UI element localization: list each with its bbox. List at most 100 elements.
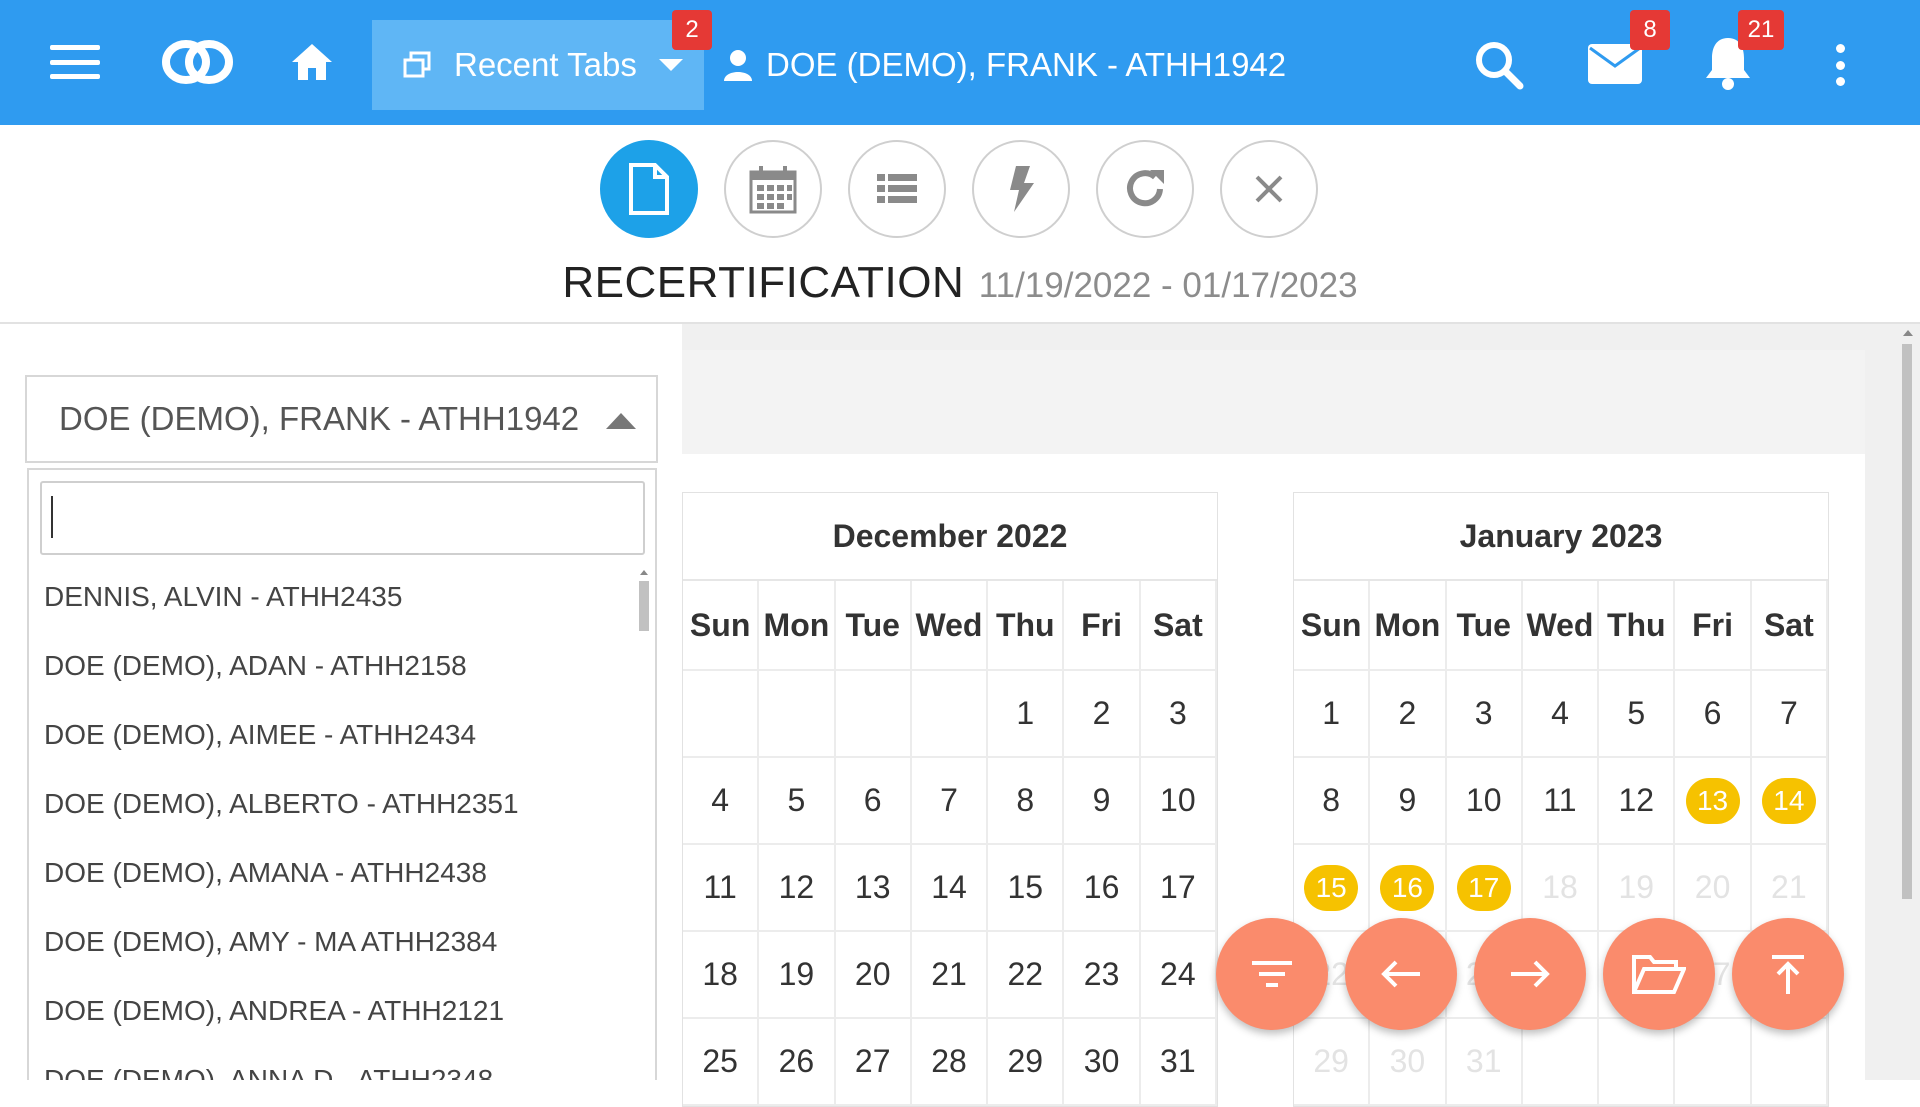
visit-day-marker[interactable]: 13 — [1685, 777, 1740, 824]
patient-option[interactable]: DOE (DEMO), AMANA - ATHH2438 — [29, 838, 639, 907]
day-cell[interactable]: 13 — [835, 845, 912, 932]
patient-search-input[interactable] — [40, 481, 645, 555]
empty-day-cell — [1599, 1019, 1676, 1106]
day-cell[interactable]: 1 — [988, 671, 1065, 758]
day-cell[interactable]: 9 — [1064, 758, 1141, 845]
dropdown-scrollbar[interactable] — [639, 570, 649, 1080]
day-cell[interactable]: 7 — [911, 758, 989, 845]
day-cell[interactable]: 11 — [1522, 758, 1600, 845]
mail-icon[interactable] — [1588, 44, 1642, 84]
patient-option[interactable]: DOE (DEMO), ANDREA - ATHH2121 — [29, 976, 639, 1045]
quick-actions-button[interactable] — [972, 140, 1070, 238]
day-cell[interactable]: 31 — [1446, 1019, 1523, 1106]
visit-day-marker[interactable]: 15 — [1304, 864, 1359, 911]
day-cell[interactable]: 15 — [1294, 845, 1371, 932]
day-cell[interactable]: 5 — [759, 758, 836, 845]
day-cell[interactable]: 2 — [1064, 671, 1141, 758]
day-cell[interactable]: 12 — [1599, 758, 1676, 845]
day-cell[interactable]: 3 — [1446, 671, 1523, 758]
day-cell[interactable]: 7 — [1751, 671, 1828, 758]
day-cell[interactable]: 10 — [1446, 758, 1523, 845]
day-cell[interactable]: 29 — [1294, 1019, 1371, 1106]
caret-up-icon[interactable] — [606, 413, 636, 429]
day-cell[interactable]: 13 — [1675, 758, 1752, 845]
patient-option[interactable]: DOE (DEMO), ALBERTO - ATHH2351 — [29, 769, 639, 838]
logo-icon[interactable] — [160, 34, 235, 90]
day-cell[interactable]: 9 — [1370, 758, 1447, 845]
previous-button[interactable] — [1345, 918, 1457, 1030]
hamburger-icon[interactable] — [50, 45, 100, 79]
day-cell[interactable]: 1 — [1294, 671, 1371, 758]
day-cell[interactable]: 28 — [911, 1019, 989, 1106]
day-cell[interactable]: 12 — [759, 845, 836, 932]
visit-day-marker[interactable]: 16 — [1380, 864, 1435, 911]
day-cell[interactable]: 2 — [1370, 671, 1447, 758]
notifications-badge: 21 — [1738, 10, 1784, 50]
day-cell[interactable]: 27 — [835, 1019, 912, 1106]
day-cell[interactable]: 25 — [683, 1019, 760, 1106]
day-cell[interactable]: 19 — [759, 932, 836, 1019]
scroll-up-icon[interactable] — [1903, 330, 1913, 336]
day-cell[interactable]: 18 — [683, 932, 760, 1019]
day-cell[interactable]: 17 — [1140, 845, 1217, 932]
document-button[interactable] — [600, 140, 698, 238]
day-cell[interactable]: 6 — [835, 758, 912, 845]
current-patient[interactable]: DOE (DEMO), FRANK - ATHH1942 — [724, 46, 1286, 84]
day-cell[interactable]: 16 — [1064, 845, 1141, 932]
recent-tabs-button[interactable]: Recent Tabs — [372, 20, 704, 110]
open-folder-button[interactable] — [1603, 918, 1715, 1030]
day-cell[interactable]: 5 — [1599, 671, 1676, 758]
scroll-up-icon[interactable] — [640, 570, 648, 575]
day-cell[interactable]: 21 — [911, 932, 989, 1019]
day-cell[interactable]: 4 — [683, 758, 760, 845]
day-cell[interactable]: 15 — [988, 845, 1065, 932]
visit-day-marker[interactable]: 17 — [1456, 864, 1511, 911]
patient-select[interactable]: DOE (DEMO), FRANK - ATHH1942 — [25, 375, 658, 463]
close-button[interactable] — [1220, 140, 1318, 238]
day-cell[interactable]: 23 — [1064, 932, 1141, 1019]
day-cell[interactable]: 20 — [1675, 845, 1752, 932]
episode-title-row: RECERTIFICATION 11/19/2022 - 01/17/2023 — [0, 258, 1920, 308]
day-cell[interactable]: 10 — [1140, 758, 1217, 845]
patient-option[interactable]: DOE (DEMO), ADAN - ATHH2158 — [29, 631, 639, 700]
folder-open-icon — [1632, 955, 1686, 994]
day-cell[interactable]: 29 — [988, 1019, 1065, 1106]
day-cell[interactable]: 14 — [911, 845, 989, 932]
day-cell[interactable]: 3 — [1140, 671, 1217, 758]
page-scrollbar[interactable] — [1900, 330, 1914, 1080]
day-cell[interactable]: 8 — [1294, 758, 1371, 845]
filter-button[interactable] — [1216, 918, 1328, 1030]
patient-option[interactable]: DENNIS, ALVIN - ATHH2435 — [29, 562, 639, 631]
day-cell[interactable]: 8 — [988, 758, 1065, 845]
scrollbar-thumb[interactable] — [1902, 344, 1912, 899]
day-cell[interactable]: 24 — [1140, 932, 1217, 1019]
calendar-button[interactable] — [724, 140, 822, 238]
day-cell[interactable]: 26 — [759, 1019, 836, 1106]
day-cell[interactable]: 6 — [1675, 671, 1752, 758]
day-name-thu: Thu — [1599, 581, 1676, 671]
scroll-top-button[interactable] — [1732, 918, 1844, 1030]
day-cell[interactable]: 20 — [835, 932, 912, 1019]
refresh-button[interactable] — [1096, 140, 1194, 238]
empty-day-cell — [759, 671, 836, 758]
patient-option[interactable]: DOE (DEMO), AIMEE - ATHH2434 — [29, 700, 639, 769]
month-title: December 2022 — [683, 493, 1217, 581]
patient-option[interactable]: DOE (DEMO), ANNA D - ATHH2348 — [29, 1045, 639, 1081]
day-cell[interactable]: 4 — [1522, 671, 1600, 758]
scrollbar-thumb[interactable] — [639, 581, 649, 631]
close-icon — [1255, 175, 1283, 203]
day-cell[interactable]: 30 — [1370, 1019, 1447, 1106]
search-icon[interactable] — [1474, 40, 1524, 90]
kebab-icon[interactable] — [1830, 44, 1850, 86]
list-button[interactable] — [848, 140, 946, 238]
home-icon[interactable] — [290, 42, 334, 82]
day-cell[interactable]: 31 — [1140, 1019, 1217, 1106]
day-cell[interactable]: 22 — [988, 932, 1065, 1019]
patient-option[interactable]: DOE (DEMO), AMY - MA ATHH2384 — [29, 907, 639, 976]
day-cell[interactable]: 11 — [683, 845, 760, 932]
visit-day-marker[interactable]: 14 — [1761, 777, 1816, 824]
day-cell[interactable]: 14 — [1751, 758, 1828, 845]
next-button[interactable] — [1474, 918, 1586, 1030]
day-cell[interactable]: 30 — [1064, 1019, 1141, 1106]
day-cell[interactable]: 17 — [1446, 845, 1523, 932]
